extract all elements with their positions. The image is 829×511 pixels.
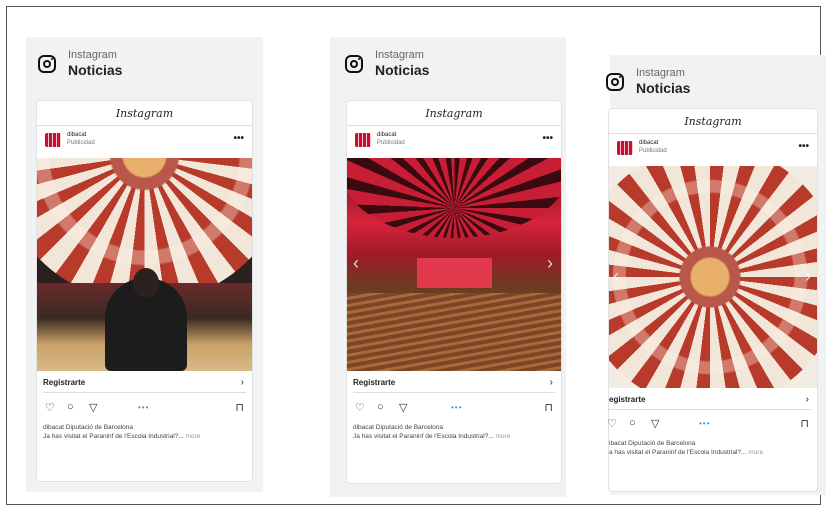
sponsored-label: Publicidad: [639, 148, 667, 154]
post-header: dibacat Publicidad •••: [353, 131, 555, 153]
more-options-icon[interactable]: •••: [233, 133, 244, 144]
carousel-next-icon[interactable]: ›: [547, 253, 553, 274]
sponsored-label: Publicidad: [377, 140, 405, 146]
caption-line-1: dibacat Diputació de Barcelona: [353, 424, 443, 431]
more-link[interactable]: more: [496, 433, 511, 440]
heart-icon[interactable]: ♡: [355, 401, 365, 414]
post-image[interactable]: ‹ ›: [609, 166, 817, 388]
chevron-right-icon: ›: [240, 377, 244, 388]
chevron-right-icon: ›: [549, 377, 553, 388]
comment-icon[interactable]: ○: [629, 417, 636, 429]
instagram-logo-icon: [38, 55, 56, 73]
app-name: Instagram: [68, 49, 117, 61]
caption-line-1: dibacat Diputació de Barcelona: [43, 424, 133, 431]
carousel-prev-icon[interactable]: ‹: [353, 253, 359, 274]
panel-header: Instagram Noticias: [345, 49, 429, 79]
cta-label: Registrarte: [43, 378, 86, 387]
ceiling-vault: [347, 158, 561, 238]
caption-line-2: a has visitat el Paraninf de l'Escola In…: [609, 449, 747, 456]
send-icon[interactable]: ▽: [89, 401, 97, 414]
avatar[interactable]: [45, 133, 61, 147]
bookmark-icon[interactable]: ⊓: [800, 417, 809, 430]
carousel-dots: •••: [138, 403, 150, 412]
instagram-logo-icon: [606, 73, 624, 91]
register-cta-button[interactable]: Registrarte ›: [43, 374, 246, 393]
cta-label: egistrarte: [609, 395, 646, 404]
phone-frame: Instagram dibacat Publicidad ••• Registr…: [36, 100, 253, 482]
action-bar: ♡ ○ ▽ ••• ⊓: [43, 401, 246, 417]
comment-icon[interactable]: ○: [67, 401, 74, 413]
carousel-dots: •••: [699, 419, 711, 428]
account-name[interactable]: dibacat: [377, 131, 405, 139]
action-bar: ♡ ○ ▽ ••• ⊓: [607, 417, 811, 433]
more-options-icon[interactable]: •••: [542, 133, 553, 144]
heart-icon[interactable]: ♡: [607, 417, 617, 430]
post-header: dibacat Publicidad •••: [615, 139, 811, 161]
account-name[interactable]: dibacat: [639, 139, 667, 147]
page-title: Noticias: [375, 62, 430, 78]
sponsored-label: Publicidad: [67, 140, 95, 146]
carousel-prev-icon[interactable]: ‹: [613, 266, 619, 287]
caption-line-2: Ja has visitat el Paraninf de l'Escola I…: [353, 433, 494, 440]
instagram-logo-icon: [345, 55, 363, 73]
instagram-wordmark: Instagram: [609, 109, 817, 134]
phone-frame: Instagram dibacat Publicidad ••• ‹ › egi…: [607, 108, 818, 492]
app-name: Instagram: [636, 67, 685, 79]
story-ad-preview-1: Instagram Noticias Instagram dibacat Pub…: [26, 37, 263, 492]
story-ad-preview-3: Instagram Noticias Instagram dibacat Pub…: [606, 55, 826, 495]
panel-header: Instagram Noticias: [38, 49, 122, 79]
carousel-dots: •••: [451, 403, 463, 412]
register-cta-button[interactable]: Registrarte ›: [353, 374, 555, 393]
post-image[interactable]: [37, 158, 252, 371]
avatar[interactable]: [617, 141, 633, 155]
comment-icon[interactable]: ○: [377, 401, 384, 413]
instagram-wordmark: Instagram: [37, 101, 252, 126]
bookmark-icon[interactable]: ⊓: [235, 401, 244, 414]
caption-line-1: ibacat Diputació de Barcelona: [609, 440, 696, 447]
action-bar: ♡ ○ ▽ ••• ⊓: [353, 401, 555, 417]
avatar[interactable]: [355, 133, 371, 147]
chevron-right-icon: ›: [805, 394, 809, 405]
caption: dibacat Diputació de Barcelona Ja has vi…: [353, 423, 555, 441]
carousel-next-icon[interactable]: ›: [805, 266, 811, 287]
bookmark-icon[interactable]: ⊓: [544, 401, 553, 414]
account-name[interactable]: dibacat: [67, 131, 95, 139]
page-title: Noticias: [636, 80, 691, 96]
story-ad-preview-2: Instagram Noticias Instagram dibacat Pub…: [330, 37, 566, 497]
seating-rows: [347, 293, 561, 371]
post-image[interactable]: ‹ ›: [347, 158, 561, 371]
dome-ceiling: [609, 166, 817, 388]
person-head: [133, 268, 159, 298]
heart-icon[interactable]: ♡: [45, 401, 55, 414]
more-link[interactable]: more: [748, 449, 763, 456]
page-title: Noticias: [68, 62, 123, 78]
send-icon[interactable]: ▽: [651, 417, 659, 430]
cta-label: Registrarte: [353, 378, 396, 387]
caption: ibacat Diputació de Barcelona a has visi…: [609, 439, 811, 457]
phone-frame: Instagram dibacat Publicidad ••• ‹ › Reg…: [346, 100, 562, 484]
caption-line-2: Ja has visitat el Paraninf de l'Escola I…: [43, 433, 184, 440]
register-cta-button[interactable]: egistrarte ›: [609, 391, 811, 410]
more-link[interactable]: more: [186, 433, 201, 440]
more-options-icon[interactable]: •••: [798, 141, 809, 152]
instagram-wordmark: Instagram: [347, 101, 561, 126]
panel-header: Instagram Noticias: [606, 67, 690, 97]
stage: [417, 258, 492, 288]
caption: dibacat Diputació de Barcelona Ja has vi…: [43, 423, 246, 441]
post-header: dibacat Publicidad •••: [43, 131, 246, 153]
send-icon[interactable]: ▽: [399, 401, 407, 414]
app-name: Instagram: [375, 49, 424, 61]
